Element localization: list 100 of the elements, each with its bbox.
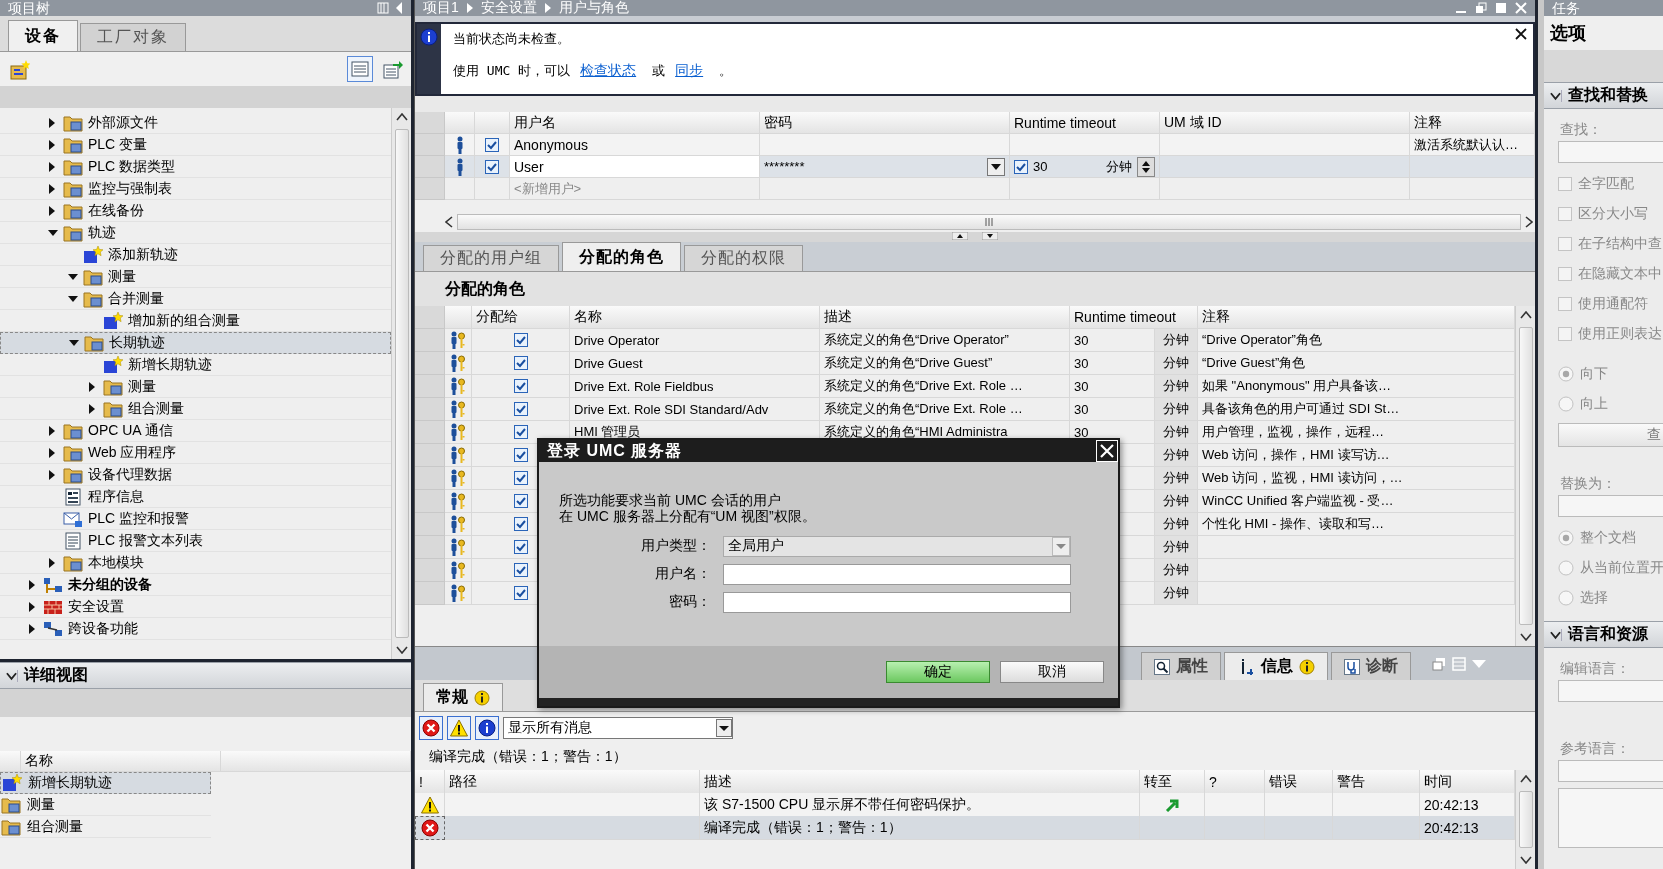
spinner-button[interactable] bbox=[1137, 156, 1155, 177]
input-field[interactable] bbox=[723, 563, 1071, 585]
tree-item[interactable]: 本地模块 bbox=[0, 552, 391, 574]
dropdown[interactable]: 显示所有消息 bbox=[503, 717, 733, 739]
link[interactable]: 检查状态 bbox=[580, 62, 637, 78]
filter-button[interactable] bbox=[475, 716, 499, 740]
checkbox[interactable] bbox=[1558, 237, 1572, 251]
checkbox[interactable] bbox=[485, 159, 499, 174]
tree-item[interactable]: 添加新轨迹 bbox=[0, 244, 391, 266]
vertical-scrollbar[interactable] bbox=[391, 108, 411, 659]
tree-item[interactable]: 合并测量 bbox=[0, 288, 391, 310]
radio-button[interactable] bbox=[1558, 530, 1574, 546]
table-cell[interactable]: User bbox=[510, 156, 760, 178]
tree-item[interactable]: 测量 bbox=[0, 266, 391, 288]
tree-item[interactable]: 外部源文件 bbox=[0, 112, 391, 134]
tree-item[interactable]: 安全设置 bbox=[0, 596, 391, 618]
collapse-arrow-icon[interactable] bbox=[68, 294, 78, 304]
link[interactable]: 同步 bbox=[675, 62, 704, 78]
input-field[interactable] bbox=[1558, 495, 1663, 517]
dialog-button[interactable]: 确定 bbox=[886, 661, 990, 683]
chevron-down-icon[interactable] bbox=[6, 669, 18, 682]
tree-item[interactable]: PLC 数据类型 bbox=[0, 156, 391, 178]
collapse-arrow-icon[interactable] bbox=[69, 338, 79, 348]
list-item[interactable]: 测量 bbox=[0, 794, 211, 816]
collapse-arrow-icon[interactable] bbox=[68, 272, 78, 282]
collapse-left-icon[interactable] bbox=[395, 2, 403, 14]
input-field[interactable] bbox=[1558, 141, 1663, 163]
checkbox[interactable] bbox=[513, 586, 528, 600]
dialog-button[interactable]: 取消 bbox=[1000, 661, 1104, 683]
tree-item[interactable]: PLC 变量 bbox=[0, 134, 391, 156]
tab[interactable]: 属性 bbox=[1141, 652, 1221, 680]
checkbox[interactable] bbox=[1558, 327, 1572, 341]
chevron-down-icon[interactable] bbox=[1550, 628, 1562, 641]
tree-item[interactable]: 新增长期轨迹 bbox=[0, 354, 391, 376]
checkbox[interactable] bbox=[1558, 207, 1572, 221]
radio-button[interactable] bbox=[1558, 590, 1574, 606]
maximize-icon[interactable] bbox=[1495, 2, 1507, 14]
close-button[interactable] bbox=[1096, 440, 1118, 462]
checkbox[interactable] bbox=[513, 494, 528, 508]
dropdown-button[interactable] bbox=[987, 157, 1005, 176]
tab[interactable]: 分配的用户组 bbox=[423, 245, 559, 271]
collapse-arrow-icon[interactable] bbox=[48, 228, 58, 238]
checkbox[interactable] bbox=[513, 379, 528, 393]
restore-icon[interactable] bbox=[1475, 2, 1487, 14]
vertical-scrollbar[interactable] bbox=[1515, 306, 1535, 646]
horizontal-scrollbar[interactable] bbox=[415, 212, 1535, 232]
splitter-up-icon[interactable] bbox=[952, 232, 968, 240]
filter-button[interactable] bbox=[419, 716, 443, 740]
list-item[interactable]: 新增长期轨迹 bbox=[0, 772, 211, 794]
tree-item[interactable]: Web 应用程序 bbox=[0, 442, 391, 464]
checkbox[interactable] bbox=[513, 540, 528, 554]
password-field[interactable] bbox=[723, 591, 1071, 613]
goto-arrow-icon[interactable] bbox=[1165, 797, 1179, 812]
checkbox[interactable] bbox=[485, 137, 499, 152]
tree-item[interactable]: 轨迹 bbox=[0, 222, 391, 244]
splitter-down-icon[interactable] bbox=[982, 232, 998, 240]
radio-button[interactable] bbox=[1558, 396, 1574, 412]
checkbox[interactable] bbox=[1558, 267, 1572, 281]
tree-item[interactable]: 长期轨迹 bbox=[0, 332, 391, 354]
tab[interactable]: 分配的角色 bbox=[562, 242, 681, 271]
dropdown[interactable]: 全局用户 bbox=[723, 535, 1071, 557]
tree-item[interactable]: 组合测量 bbox=[0, 398, 391, 420]
tree-item[interactable]: 监控与强制表 bbox=[0, 178, 391, 200]
tree-item[interactable]: OPC UA 通信 bbox=[0, 420, 391, 442]
checkbox[interactable] bbox=[1014, 159, 1028, 174]
tab[interactable]: 工厂对象 bbox=[80, 23, 186, 51]
vertical-scrollbar[interactable] bbox=[1515, 770, 1535, 869]
chevron-down-icon[interactable] bbox=[1550, 89, 1562, 102]
tree-item[interactable]: 未分组的设备 bbox=[0, 574, 391, 596]
find-button[interactable]: 查 bbox=[1558, 423, 1663, 447]
tab[interactable]: 常规 bbox=[423, 683, 503, 711]
tab[interactable]: 设备 bbox=[8, 20, 78, 51]
checkbox[interactable] bbox=[1558, 177, 1572, 191]
list-item[interactable]: 组合测量 bbox=[0, 816, 211, 838]
checkbox[interactable] bbox=[513, 563, 528, 577]
checkbox[interactable] bbox=[1558, 297, 1572, 311]
tree-item[interactable]: PLC 监控和报警 bbox=[0, 508, 391, 530]
close-icon[interactable] bbox=[1515, 28, 1527, 40]
tab[interactable]: 分配的权限 bbox=[684, 245, 803, 271]
radio-button[interactable] bbox=[1558, 560, 1574, 576]
filter-button[interactable] bbox=[447, 716, 471, 740]
checkbox[interactable] bbox=[513, 448, 528, 462]
tree-item[interactable]: 在线备份 bbox=[0, 200, 391, 222]
checkbox[interactable] bbox=[513, 471, 528, 485]
tree-item[interactable]: 程序信息 bbox=[0, 486, 391, 508]
tree-item[interactable]: 设备代理数据 bbox=[0, 464, 391, 486]
checkbox[interactable] bbox=[513, 425, 528, 439]
radio-button[interactable] bbox=[1558, 366, 1574, 382]
checkbox[interactable] bbox=[513, 333, 528, 347]
checkbox[interactable] bbox=[513, 356, 528, 370]
tree-item[interactable]: PLC 报警文本列表 bbox=[0, 530, 391, 552]
checkbox[interactable] bbox=[513, 402, 528, 416]
overview-button[interactable] bbox=[347, 56, 373, 82]
tree-item[interactable]: 测量 bbox=[0, 376, 391, 398]
tree-item[interactable]: 跨设备功能 bbox=[0, 618, 391, 640]
tab[interactable]: 诊断 bbox=[1331, 652, 1411, 680]
tab[interactable]: 信息 bbox=[1224, 652, 1328, 680]
summary-text: 编译完成（错误：1；警告：1） bbox=[429, 748, 627, 766]
checkbox[interactable] bbox=[513, 517, 528, 531]
column-header: ! bbox=[415, 770, 445, 794]
